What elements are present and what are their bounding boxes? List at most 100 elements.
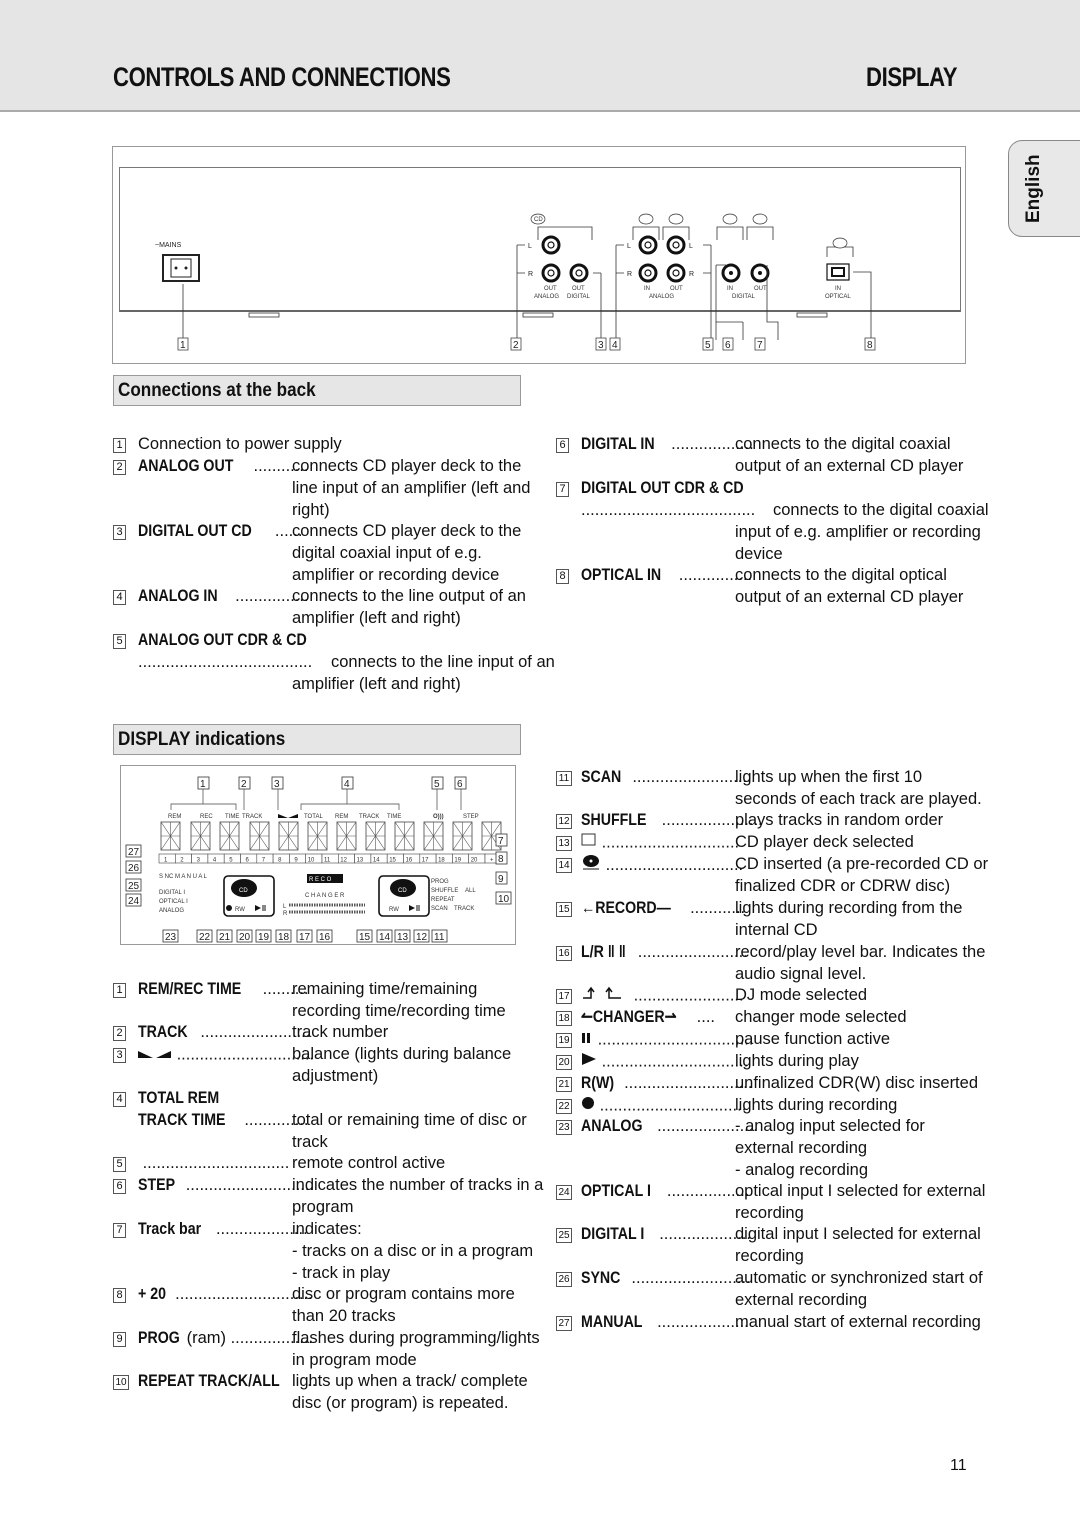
- item-description-line: changer mode selected: [735, 1008, 907, 1026]
- callout-8: 8: [864, 337, 876, 351]
- item-description-line: lights during recording: [735, 1096, 898, 1114]
- item-description-line: remaining time/remaining: [292, 980, 478, 998]
- item-description-line: external recording: [735, 1138, 868, 1157]
- lcd-callout-number: 12: [416, 932, 428, 943]
- item-description-line: recording time/recording time: [292, 1001, 506, 1020]
- track-bar-number: 15: [389, 858, 396, 864]
- coax-jack-icon: [721, 263, 741, 283]
- language-tab[interactable]: English: [1008, 140, 1080, 237]
- item-number-box: 9: [113, 1332, 126, 1347]
- item-description-line: CD inserted (a pre-recorded CD or: [735, 855, 989, 873]
- item-description-line: device: [735, 544, 783, 563]
- lcd-callout-number: 1: [200, 779, 206, 790]
- leader-dots: ............................: [619, 1074, 753, 1092]
- lcd-callout-number: 10: [498, 894, 510, 905]
- shuffle-label: SHUFFLE: [431, 888, 458, 894]
- item-keyword: SCAN: [581, 768, 622, 786]
- track-bar-number: 14: [373, 858, 380, 864]
- item-number-box: 23: [556, 1120, 572, 1135]
- item-number-box: 3: [113, 1048, 126, 1063]
- item-keyword: DIGITAL OUT CD: [138, 522, 252, 540]
- item-description-line: audio signal level.: [735, 964, 867, 983]
- lcd-digit: [394, 821, 415, 851]
- lcd-callout-number: 2: [241, 779, 247, 790]
- track-bar-number: 18: [438, 858, 445, 864]
- item-keyword: L/R ‖ ‖: [581, 943, 626, 961]
- item-number-box: 1: [113, 438, 126, 453]
- item-label: ..............................: [581, 832, 739, 854]
- lcd-top-label: REM: [335, 814, 348, 820]
- item-label: ................................: [581, 1095, 746, 1117]
- item-description-line: automatic or synchronized start of: [735, 1269, 983, 1287]
- lcd-display-figure: REM REC TIME TRACK TOTAL REM TRACK TIME STEP O)))…: [120, 765, 516, 945]
- item-label: DIGITAL OUT CDR & CD: [581, 478, 770, 500]
- svg-text:IN: IN: [835, 286, 841, 292]
- optical-input-label: OPTICAL I: [159, 899, 188, 905]
- jack-label-l: L: [528, 243, 532, 250]
- lcd-digit: [336, 821, 357, 851]
- lcd-digit: [190, 821, 211, 851]
- lcd-callout-number: 27: [128, 847, 140, 858]
- svg-text:CD: CD: [534, 217, 543, 223]
- svg-text:R: R: [627, 271, 632, 278]
- item-label-text: Connection to power supply: [138, 435, 342, 453]
- jack-label-r: R: [528, 271, 533, 278]
- lcd-callout-number: 13: [397, 932, 409, 943]
- item-number-box: 7: [556, 482, 569, 497]
- svg-text:OUT: OUT: [670, 286, 683, 292]
- page-number: 11: [950, 1457, 967, 1474]
- lcd-top-label: TIME: [225, 814, 239, 820]
- lcd-callout-number: 26: [128, 863, 140, 874]
- item-number-box: 6: [556, 438, 569, 453]
- rear-panel-figure: ~MAINS CD L R OUT OUT ANALOG DIGITAL L R: [112, 146, 966, 364]
- item-number-box: 7: [113, 1223, 126, 1238]
- sync-manual-label: S NC M A N U A L: [159, 874, 208, 880]
- item-description-line: amplifier (left and right): [292, 608, 461, 627]
- item-number-box: 26: [556, 1272, 572, 1287]
- leader-dots-row: ......................................: [581, 501, 756, 519]
- item-description-line: - track in play: [292, 1263, 391, 1282]
- item-number-box: 20: [556, 1055, 572, 1070]
- item-description-line: amplifier (left and right): [292, 674, 461, 693]
- leader-dots: ................................: [595, 1096, 747, 1115]
- item-description-line: optical input I selected for external: [735, 1182, 986, 1200]
- lcd-digit: [160, 821, 181, 851]
- mains-label: ~MAINS: [155, 242, 182, 249]
- item-label: Track bar ....................: [138, 1219, 308, 1241]
- item-description-line: recording: [735, 1246, 804, 1265]
- item-label: TOTAL REM: [138, 1088, 232, 1110]
- item-label: + 20 ..............................: [138, 1284, 313, 1306]
- rca-jack-icon: [638, 263, 658, 283]
- item-description-line: connects to the digital optical: [735, 566, 947, 584]
- item-number-box: 4: [113, 590, 126, 605]
- leader-dots: ....: [692, 1008, 715, 1026]
- lcd-callout-number: 22: [199, 932, 211, 943]
- lcd-top-label: TRACK: [242, 814, 262, 820]
- item-number-box: 1: [113, 983, 126, 998]
- lcd-digit: [365, 821, 386, 851]
- item-number-box: 4: [113, 1092, 126, 1107]
- level-bar: [289, 903, 365, 914]
- lcd-callout-number: 16: [319, 932, 331, 943]
- svg-text:3: 3: [598, 340, 604, 351]
- svg-text:IN: IN: [644, 286, 650, 292]
- item-number-box: 19: [556, 1033, 572, 1048]
- lcd-callout-number: 20: [239, 932, 251, 943]
- lcd-digit: [249, 821, 270, 851]
- item-description-line: balance (lights during balance: [292, 1045, 512, 1063]
- track-bar-number: 12: [340, 858, 347, 864]
- item-label-suffix: (ram): [186, 1329, 226, 1347]
- callout-2: 2: [510, 337, 522, 351]
- balance-icon: [278, 814, 298, 818]
- item-keyword: OPTICAL I: [581, 1182, 651, 1200]
- svg-text:DIGITAL: DIGITAL: [732, 294, 756, 300]
- lcd-callout-number: 17: [299, 932, 311, 943]
- item-keyword: DIGITAL I: [581, 1225, 645, 1243]
- rear-panel-drawing: ~MAINS CD L R OUT OUT ANALOG DIGITAL L R: [155, 213, 876, 351]
- pause-icon: [262, 905, 266, 911]
- track-bar-number: 11: [324, 858, 331, 864]
- item-keyword: R(W): [581, 1074, 615, 1092]
- item-description-line: lights during play: [735, 1052, 859, 1070]
- item-keyword: ←RECORD—: [581, 899, 671, 917]
- item-description-line: - analog recording: [735, 1160, 868, 1179]
